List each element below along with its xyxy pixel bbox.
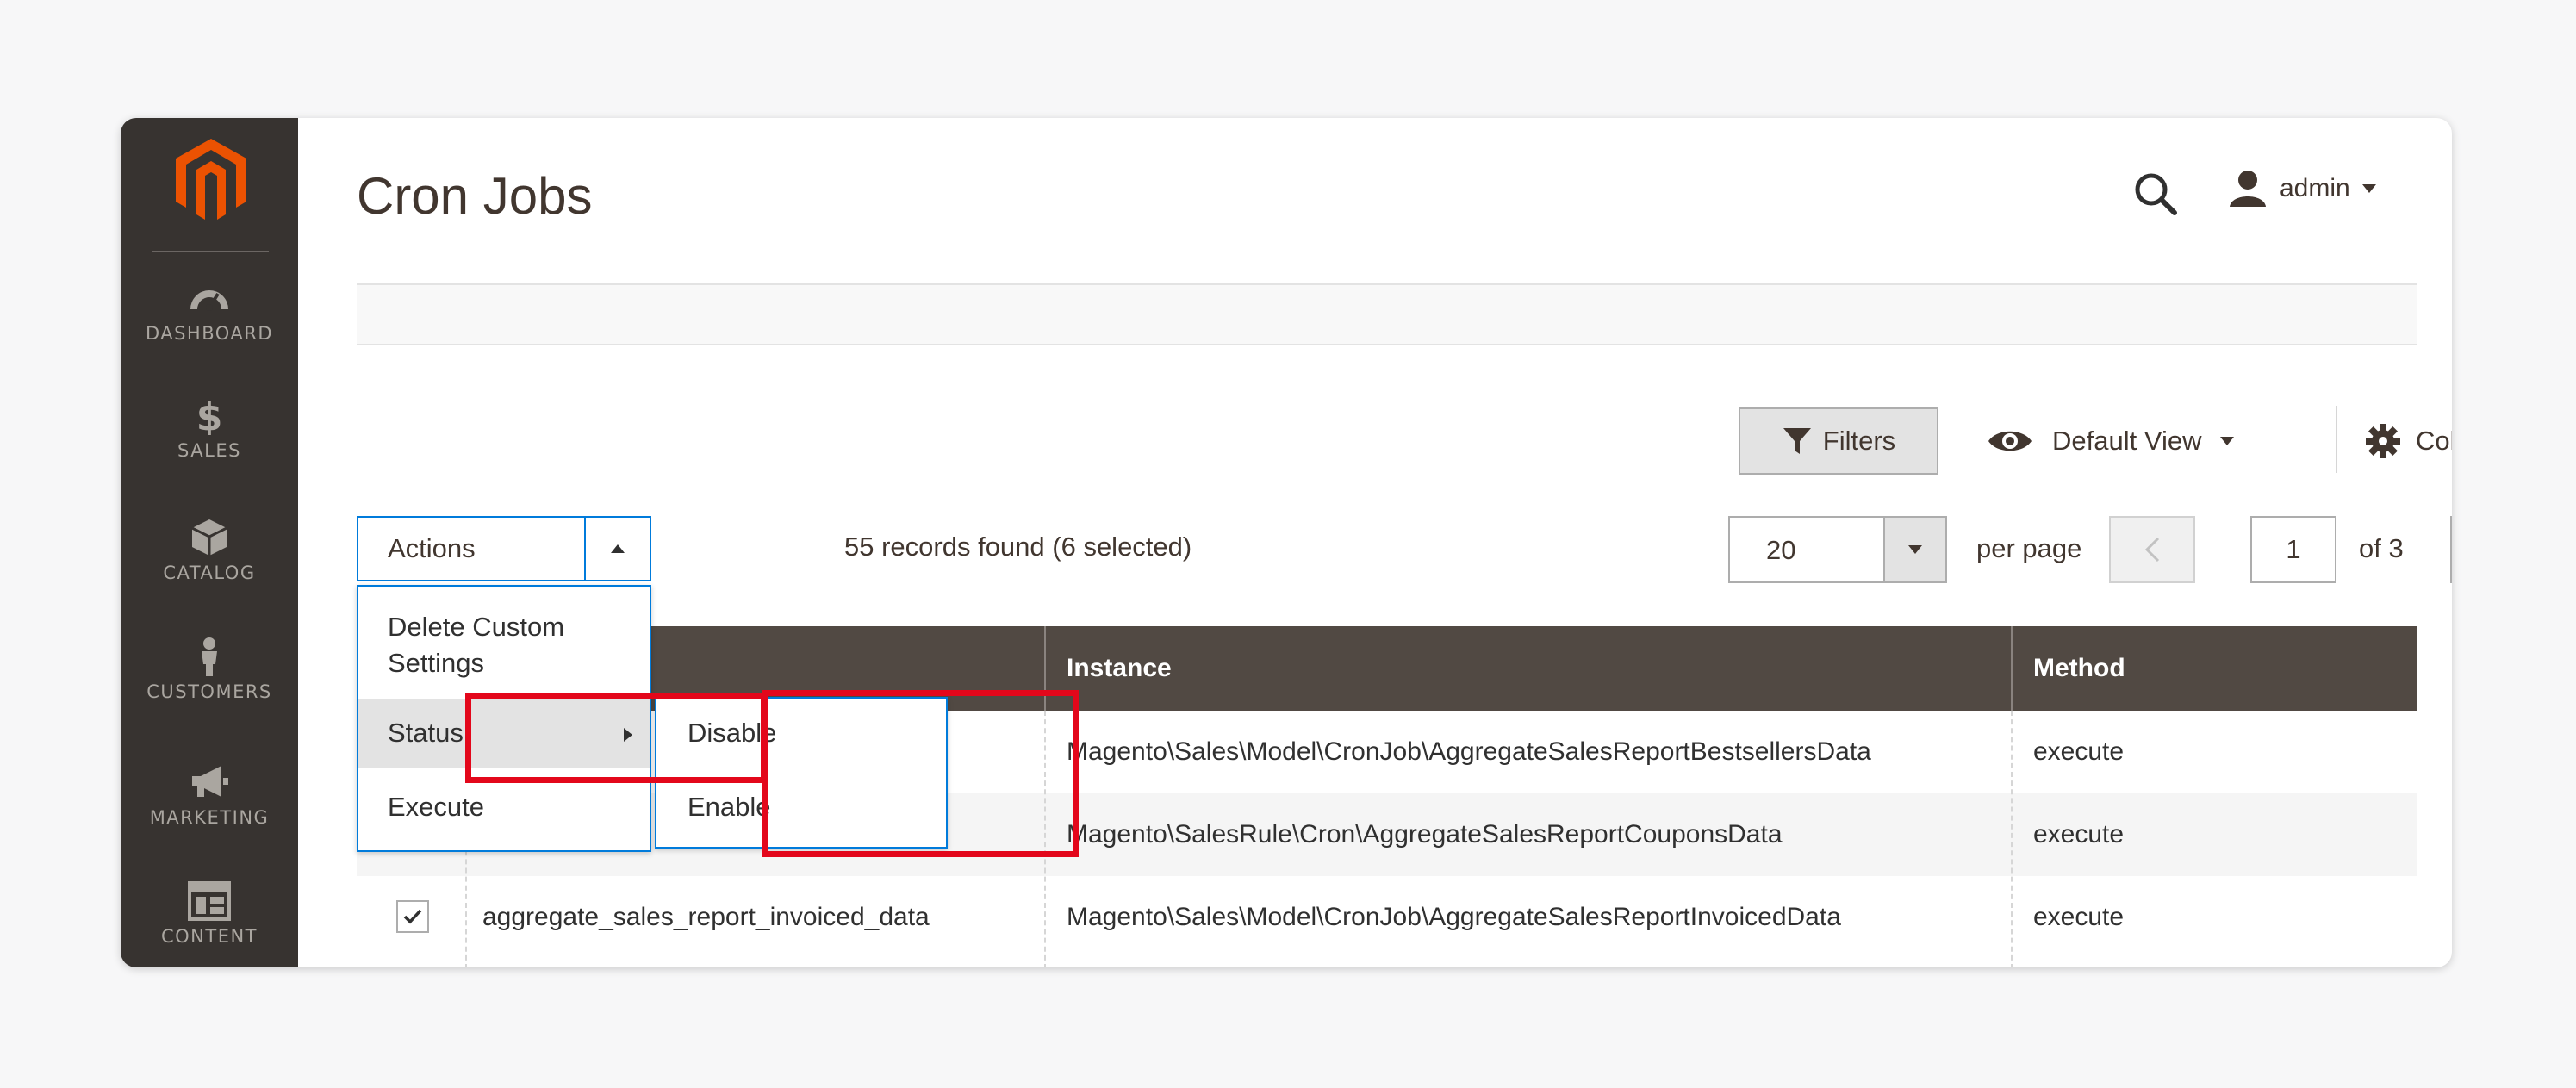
dashboard-icon — [190, 290, 228, 311]
box-icon — [191, 519, 227, 556]
menu-item-execute[interactable]: Execute — [358, 773, 650, 845]
toolbar-divider — [2336, 406, 2337, 473]
admin-sidebar: DASHBOARD $ SALES CATALOG CUSTOMERS MARK… — [121, 118, 298, 967]
actions-dropdown[interactable]: Actions — [357, 516, 651, 581]
magento-logo-icon[interactable] — [174, 137, 248, 223]
column-divider — [2011, 626, 2013, 711]
user-icon — [2230, 171, 2266, 207]
chevron-up-icon — [611, 544, 625, 553]
instance-cell: Magento\Sales\Model\CronJob\AggregateSal… — [1067, 903, 1841, 931]
records-count: 55 records found (6 selected) — [844, 532, 1192, 562]
per-page-toggle[interactable] — [1883, 518, 1945, 581]
column-divider — [1044, 626, 1046, 711]
next-page-button[interactable] — [2450, 516, 2452, 583]
previous-page-button[interactable] — [2109, 516, 2195, 583]
user-menu[interactable]: admin — [2228, 165, 2376, 213]
status-submenu: Disable Enable — [655, 697, 948, 849]
user-name: admin — [2280, 174, 2350, 202]
svg-text:$: $ — [196, 395, 223, 435]
submenu-item-disable[interactable]: Disable — [688, 718, 776, 749]
sidebar-item-label: DASHBOARD — [145, 323, 274, 344]
sidebar-item-catalog[interactable]: CATALOG — [121, 518, 298, 621]
method-cell: execute — [2033, 903, 2125, 931]
row-checkbox[interactable] — [396, 900, 429, 933]
instance-cell: Magento\Sales\Model\CronJob\AggregateSal… — [1067, 737, 1871, 766]
megaphone-icon — [192, 766, 228, 797]
menu-item-delete-custom-settings[interactable]: Delete Custom Settings — [358, 587, 650, 693]
search-icon[interactable] — [2128, 166, 2183, 221]
page-number-input[interactable]: 1 — [2250, 516, 2336, 583]
menu-item-label: Execute — [388, 792, 485, 822]
chevron-right-icon — [624, 728, 632, 742]
checkmark-icon — [403, 909, 422, 924]
sidebar-item-label: CATALOG — [163, 563, 256, 583]
person-icon — [202, 637, 217, 676]
method-cell: execute — [2033, 737, 2125, 766]
admin-window: DASHBOARD $ SALES CATALOG CUSTOMERS MARK… — [121, 118, 2452, 967]
filter-icon — [1783, 428, 1811, 454]
view-switcher[interactable]: Default View — [1987, 407, 2235, 475]
chevron-down-icon — [2361, 184, 2376, 193]
job-name-cell: aggregate_sales_report_invoiced_data — [482, 903, 930, 931]
column-header-instance[interactable]: Instance — [1067, 626, 1172, 711]
submenu-item-enable[interactable]: Enable — [688, 792, 771, 823]
sidebar-item-label: SALES — [177, 440, 241, 461]
actions-toggle[interactable] — [584, 518, 650, 580]
filters-button[interactable]: Filters — [1739, 407, 1938, 475]
column-divider — [2011, 711, 2013, 967]
columns-label: Columns — [2416, 426, 2452, 456]
sidebar-item-label: MARKETING — [149, 807, 270, 828]
sidebar-item-label: CUSTOMERS — [146, 681, 272, 702]
column-header-method[interactable]: Method — [2033, 626, 2125, 711]
page-total: of 3 — [2359, 533, 2404, 563]
actions-label: Actions — [388, 533, 476, 563]
sidebar-item-dashboard[interactable]: DASHBOARD — [121, 278, 298, 382]
column-divider — [1044, 711, 1046, 967]
per-page-label: per page — [1976, 533, 2082, 563]
instance-cell: Magento\SalesRule\Cron\AggregateSalesRep… — [1067, 820, 1783, 849]
menu-item-label: Delete Custom Settings — [388, 612, 565, 678]
menu-item-label: Status — [388, 718, 464, 748]
table-row[interactable]: aggregate_sales_report_invoiced_data Mag… — [357, 876, 2417, 959]
per-page-select[interactable]: 20 — [1728, 516, 1947, 583]
gear-icon — [2366, 424, 2400, 458]
per-page-value: 20 — [1766, 535, 1796, 565]
main-content: Cron Jobs admin Filters Default View Col… — [298, 118, 2452, 967]
sidebar-item-content[interactable]: CONTENT — [121, 881, 298, 967]
page-title: Cron Jobs — [357, 167, 593, 225]
sidebar-item-label: CONTENT — [160, 926, 258, 947]
sidebar-item-marketing[interactable]: MARKETING — [121, 762, 298, 866]
actions-menu: Delete Custom Settings Status Execute — [357, 585, 651, 852]
menu-item-status[interactable]: Status — [358, 699, 650, 768]
view-label: Default View — [2052, 426, 2202, 456]
method-cell: execute — [2033, 820, 2125, 849]
eye-icon — [1988, 431, 2032, 451]
sidebar-divider — [152, 251, 269, 252]
columns-control[interactable]: Columns — [2366, 407, 2452, 475]
dollar-icon: $ — [196, 395, 223, 435]
chevron-left-icon — [2144, 537, 2160, 563]
chevron-down-icon — [1908, 545, 1922, 554]
sidebar-item-sales[interactable]: $ SALES — [121, 395, 298, 499]
sidebar-item-customers[interactable]: CUSTOMERS — [121, 637, 298, 740]
filters-label: Filters — [1822, 426, 1896, 456]
page-actions-bar — [357, 283, 2417, 345]
layout-icon — [188, 881, 231, 921]
chevron-down-icon — [2220, 437, 2235, 445]
